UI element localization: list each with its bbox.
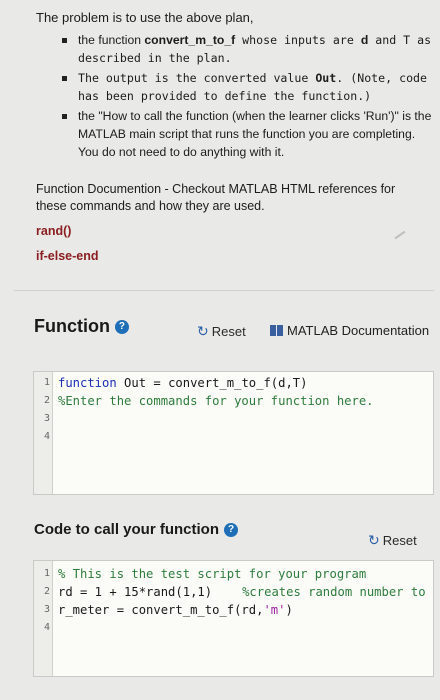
reset-label: Reset [211, 324, 246, 339]
section-title-text: Code to call your function [34, 521, 220, 538]
code-string: 'm' [263, 603, 286, 617]
matlab-documentation-link[interactable]: MATLAB Documentation [270, 323, 429, 338]
instruction-item: the "How to call the function (when the … [60, 107, 432, 161]
intro-text: The problem is to use the above plan, [36, 10, 254, 25]
problem-description: The problem is to use the above plan, th… [0, 0, 440, 290]
test-script-editor[interactable]: 1 % This is the test script for your pro… [33, 560, 434, 677]
function-code-editor[interactable]: 1 function Out = convert_m_to_f(d,T) 2 %… [33, 371, 434, 495]
instruction-item: The output is the converted value Out. (… [60, 69, 432, 105]
instruction-text: The output is the converted value [78, 71, 316, 85]
instruction-text: the "How to call the function (when the … [78, 109, 432, 159]
line-number: 2 [43, 586, 50, 597]
code-keyword: function [58, 376, 117, 390]
code-comment: %Enter the commands for your function he… [58, 394, 374, 408]
code-comment: %creates random number to [242, 585, 426, 599]
reference-link-rand[interactable]: rand() [36, 224, 71, 238]
call-section-title: Code to call your function? [34, 521, 239, 538]
line-number: 4 [43, 431, 50, 442]
instruction-text: the function [78, 33, 145, 47]
code-text: r_meter = convert_m_to_f(rd, [58, 603, 264, 617]
question-circle-icon[interactable]: ? [224, 523, 239, 538]
code-text: Out = convert_m_to_f(d,T) [116, 376, 308, 390]
code-comment: % This is the test script for your progr… [58, 567, 367, 581]
instruction-text: whose inputs are [235, 33, 361, 47]
function-section-title: Function? [34, 316, 129, 337]
output-name: Out [315, 71, 337, 85]
line-number: 4 [43, 622, 50, 633]
book-icon [270, 325, 283, 336]
line-number: 3 [43, 413, 50, 424]
pencil-mark [394, 230, 406, 240]
reset-label: Reset [382, 533, 417, 548]
instruction-list: the function convert_m_to_f whose inputs… [60, 31, 432, 163]
doc-link-label: MATLAB Documentation [287, 323, 430, 338]
function-name: convert_m_to_f [144, 33, 236, 47]
divider [14, 290, 434, 291]
refresh-icon: ↻ [368, 532, 380, 548]
instruction-item: the function convert_m_to_f whose inputs… [60, 31, 432, 67]
question-circle-icon[interactable]: ? [114, 320, 129, 335]
documentation-note: Function Documention - Checkout MATLAB H… [36, 182, 396, 213]
refresh-icon: ↻ [197, 323, 209, 339]
line-number: 3 [43, 604, 50, 615]
call-reset-button[interactable]: ↻ Reset [368, 532, 417, 549]
function-reset-button[interactable]: ↻ Reset [197, 323, 246, 340]
section-title-text: Function [34, 316, 110, 336]
code-text: rd = 1 + 15*rand(1,1) [58, 585, 213, 599]
line-number: 1 [43, 377, 50, 388]
line-number: 1 [43, 568, 50, 579]
reference-link-if-else[interactable]: if-else-end [36, 249, 99, 263]
line-number: 2 [43, 395, 50, 406]
code-text: ) [285, 603, 293, 617]
